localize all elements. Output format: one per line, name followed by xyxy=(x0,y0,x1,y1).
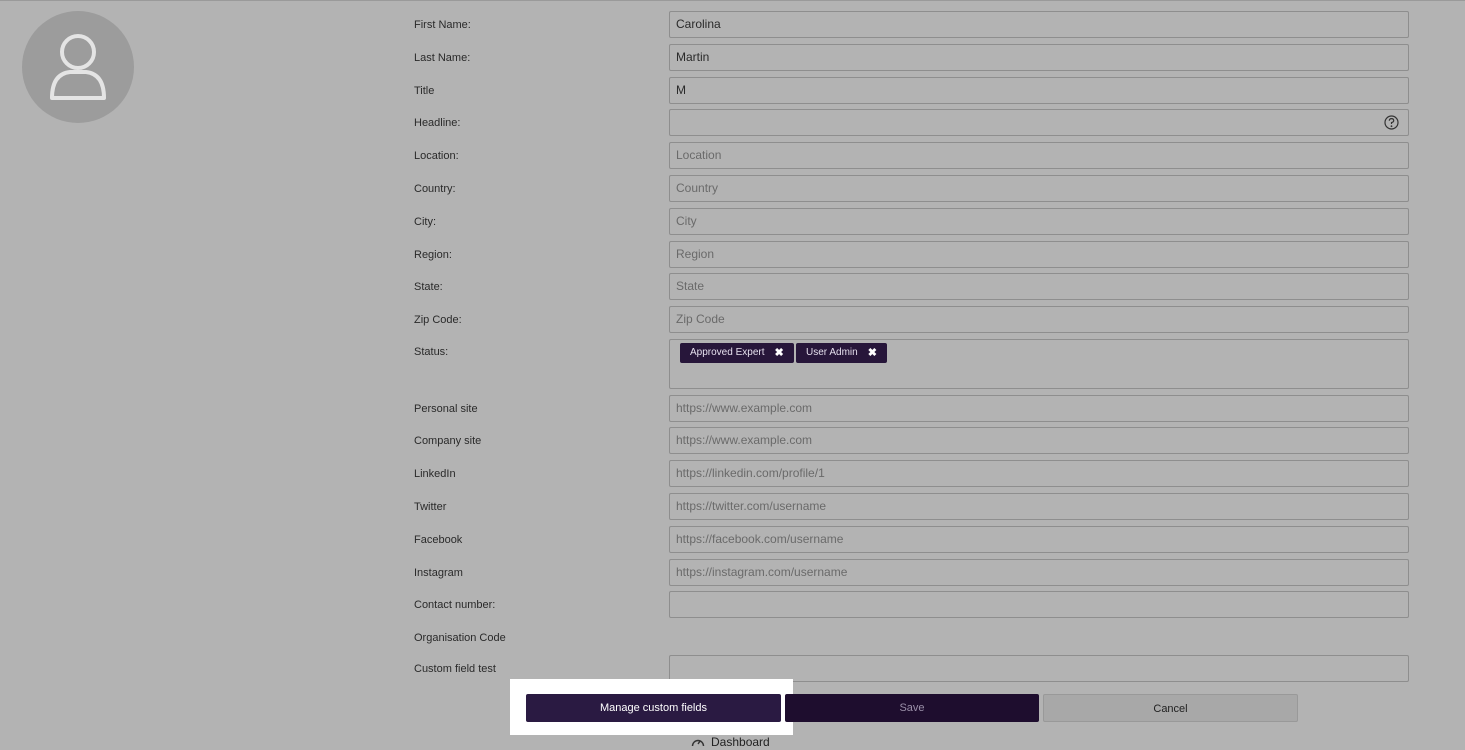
remove-tag-icon[interactable]: ✖ xyxy=(868,343,877,363)
field-label: City: xyxy=(414,216,436,228)
status-tag-label: Approved Expert xyxy=(690,347,765,358)
field-label: Headline: xyxy=(414,117,461,129)
input-placeholder: https://www.example.com xyxy=(676,433,813,447)
field-label: Contact number: xyxy=(414,599,496,611)
profile-avatar[interactable] xyxy=(22,11,134,123)
input-placeholder: City xyxy=(676,214,697,228)
field-label: Title xyxy=(414,85,435,97)
text-input[interactable]: https://twitter.com/username xyxy=(669,493,1409,520)
input-placeholder: Zip Code xyxy=(676,312,725,326)
input-placeholder: Country xyxy=(676,181,719,195)
text-input[interactable]: Zip Code xyxy=(669,306,1409,333)
dashboard-link[interactable]: Dashboard xyxy=(691,735,770,749)
text-input[interactable]: Martin xyxy=(669,44,1409,71)
status-tag-approved-expert: Approved Expert ✖ xyxy=(680,343,794,363)
input-value: M xyxy=(676,83,686,97)
field-label: State: xyxy=(414,281,443,293)
field-label: Last Name: xyxy=(414,52,471,64)
field-label: Facebook xyxy=(414,534,463,546)
organisation-code-label: Organisation Code xyxy=(414,632,506,644)
text-input[interactable] xyxy=(669,109,1409,136)
status-multiselect[interactable]: Approved Expert ✖ User Admin ✖ xyxy=(669,339,1409,389)
input-placeholder: Region xyxy=(676,247,715,261)
status-tag-label: User Admin xyxy=(806,347,858,358)
question-circle-icon[interactable] xyxy=(1384,115,1399,130)
status-tag-user-admin: User Admin ✖ xyxy=(796,343,887,363)
input-placeholder: https://www.example.com xyxy=(676,401,813,415)
input-placeholder: https://instagram.com/username xyxy=(676,565,848,579)
dashboard-label: Dashboard xyxy=(711,735,770,749)
field-label: First Name: xyxy=(414,19,471,31)
cancel-button[interactable]: Cancel xyxy=(1043,694,1298,722)
text-input[interactable]: https://linkedin.com/profile/1 xyxy=(669,460,1409,487)
text-input[interactable] xyxy=(669,591,1409,618)
text-input[interactable]: Country xyxy=(669,175,1409,202)
input-placeholder: https://facebook.com/username xyxy=(676,532,844,546)
input-value: Carolina xyxy=(676,17,721,31)
custom-field-test-label: Custom field test xyxy=(414,663,496,675)
text-input[interactable]: City xyxy=(669,208,1409,235)
user-avatar-icon xyxy=(50,34,106,100)
input-placeholder: https://twitter.com/username xyxy=(676,499,827,513)
text-input[interactable]: Carolina xyxy=(669,11,1409,38)
field-label: Company site xyxy=(414,435,482,447)
text-input[interactable]: https://www.example.com xyxy=(669,395,1409,422)
custom-field-test-input[interactable] xyxy=(669,655,1409,682)
top-divider xyxy=(0,0,1465,1)
field-label: Personal site xyxy=(414,403,478,415)
manage-custom-fields-button[interactable]: Manage custom fields xyxy=(526,694,781,722)
field-label: LinkedIn xyxy=(414,468,456,480)
field-label: Location: xyxy=(414,150,459,162)
text-input[interactable]: State xyxy=(669,273,1409,300)
field-label: Country: xyxy=(414,183,456,195)
text-input[interactable]: M xyxy=(669,77,1409,104)
field-label: Instagram xyxy=(414,567,463,579)
save-button[interactable]: Save xyxy=(785,694,1039,722)
input-value: Martin xyxy=(676,50,710,64)
text-input[interactable]: https://facebook.com/username xyxy=(669,526,1409,553)
field-label: Zip Code: xyxy=(414,314,462,326)
text-input[interactable]: https://www.example.com xyxy=(669,427,1409,454)
text-input[interactable]: Region xyxy=(669,241,1409,268)
dashboard-gauge-icon xyxy=(691,739,705,747)
input-placeholder: State xyxy=(676,279,705,293)
field-label: Twitter xyxy=(414,501,447,513)
input-placeholder: https://linkedin.com/profile/1 xyxy=(676,466,825,480)
status-label: Status: xyxy=(414,346,449,358)
field-label: Region: xyxy=(414,249,452,261)
text-input[interactable]: Location xyxy=(669,142,1409,169)
remove-tag-icon[interactable]: ✖ xyxy=(775,343,784,363)
input-placeholder: Location xyxy=(676,148,722,162)
text-input[interactable]: https://instagram.com/username xyxy=(669,559,1409,586)
